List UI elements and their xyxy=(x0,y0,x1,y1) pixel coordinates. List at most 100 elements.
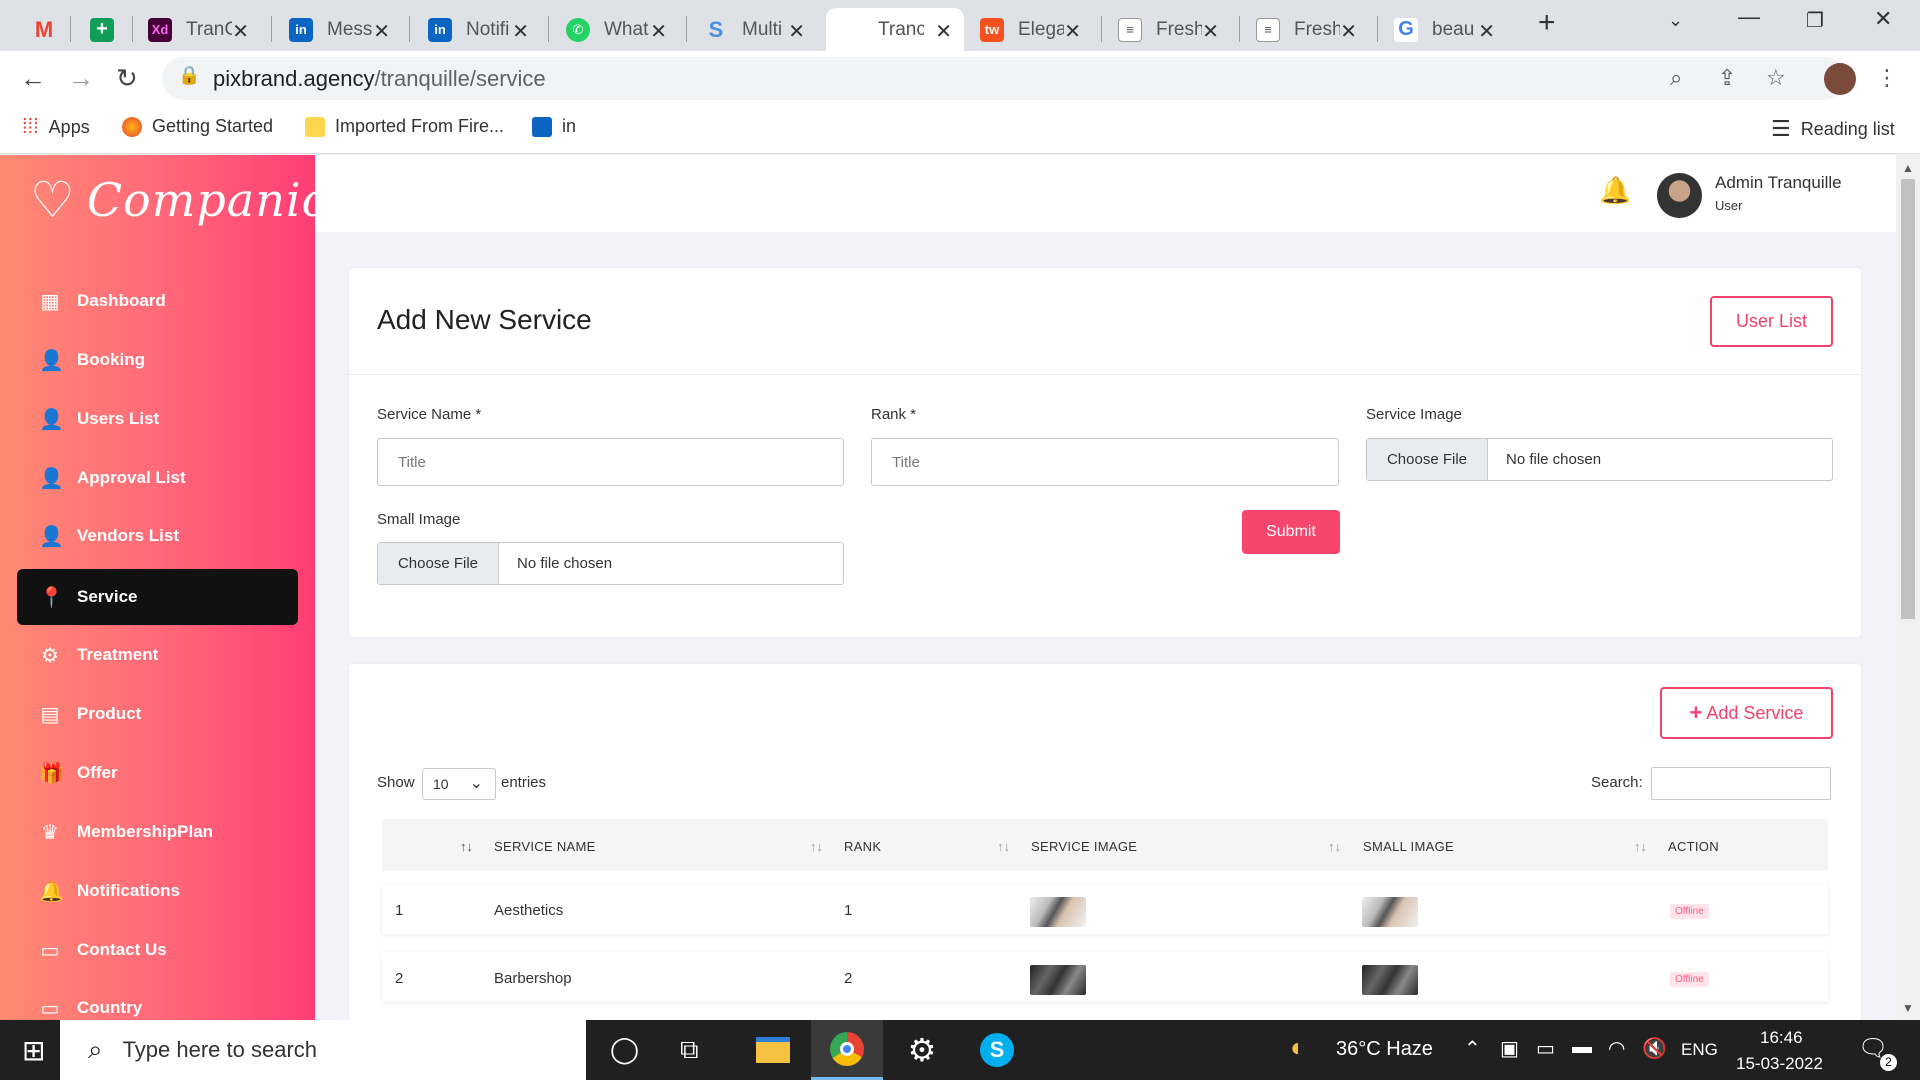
tab-tranquille-active[interactable]: Tranc ✕ xyxy=(826,8,964,51)
close-icon[interactable]: ✕ xyxy=(650,19,667,44)
sidebar-item-approval-list[interactable]: 👤 Approval List xyxy=(17,450,298,506)
sidebar-item-treatment[interactable]: ⚙ Treatment xyxy=(17,627,298,683)
tab-fresh-1[interactable]: ≡ Fresh ✕ xyxy=(1104,8,1231,51)
bookmark-getting-started[interactable]: Getting Started xyxy=(122,116,273,137)
clock-time[interactable]: 16:46 xyxy=(1760,1028,1803,1048)
status-badge[interactable]: Offline xyxy=(1670,904,1709,919)
close-icon[interactable]: ✕ xyxy=(1202,19,1219,44)
cortana-circle-icon[interactable]: ◯ xyxy=(610,1034,639,1065)
column-header-action[interactable]: ACTION xyxy=(1668,839,1719,854)
tab-linkedin-notifications[interactable]: in Notifi ✕ xyxy=(414,8,541,51)
scroll-up-arrow-icon[interactable]: ▲ xyxy=(1902,161,1914,175)
sort-icon[interactable]: ↑↓ xyxy=(810,839,823,854)
meet-now-icon[interactable]: ▣ xyxy=(1500,1036,1519,1061)
sidebar-item-offer[interactable]: 🎁 Offer xyxy=(17,745,298,801)
speaker-muted-icon[interactable]: 🔇 xyxy=(1642,1036,1667,1061)
clock-date[interactable]: 15-03-2022 xyxy=(1736,1054,1823,1074)
column-header-small-image[interactable]: SMALL IMAGE xyxy=(1363,839,1454,854)
back-arrow-icon[interactable]: ← xyxy=(20,63,46,94)
user-list-button[interactable]: User List xyxy=(1710,296,1833,347)
sidebar-item-membershipplan[interactable]: ♛ MembershipPlan xyxy=(17,804,298,860)
tab-google[interactable]: G beau ✕ xyxy=(1380,8,1507,51)
menu-dots-icon[interactable]: ⋮ xyxy=(1876,65,1898,91)
tab-search-chevron-icon[interactable]: ⌄ xyxy=(1668,10,1683,31)
sidebar-item-service[interactable]: 📍 Service xyxy=(17,569,298,625)
sidebar-item-vendors-list[interactable]: 👤 Vendors List xyxy=(17,508,298,564)
avatar[interactable] xyxy=(1657,173,1702,218)
bookmark-star-icon[interactable]: ☆ xyxy=(1766,65,1786,91)
search-input[interactable] xyxy=(1651,767,1831,800)
profile-avatar[interactable] xyxy=(1824,63,1856,95)
small-image-file-input[interactable]: Choose File No file chosen xyxy=(377,542,844,585)
screen-icon[interactable]: ▭ xyxy=(1536,1036,1555,1061)
service-name-input[interactable]: Title xyxy=(377,438,844,486)
column-header-rank[interactable]: RANK xyxy=(844,839,881,854)
page-size-select[interactable]: 10 ⌄ xyxy=(422,768,496,800)
bookmark-linkedin[interactable]: in xyxy=(532,116,576,137)
sort-icon[interactable]: ↑↓ xyxy=(997,839,1010,854)
sort-icon[interactable]: ↑↓ xyxy=(460,839,473,854)
close-icon[interactable]: ✕ xyxy=(1478,19,1495,44)
tab-elegant[interactable]: tw Elega ✕ xyxy=(966,8,1093,51)
status-badge[interactable]: Offline xyxy=(1670,972,1709,987)
file-explorer-taskbar-button[interactable] xyxy=(737,1020,809,1080)
bookmark-imported[interactable]: Imported From Fire... xyxy=(305,116,504,137)
skype-taskbar-button[interactable]: S xyxy=(961,1020,1033,1080)
choose-file-button[interactable]: Choose File xyxy=(1367,439,1488,480)
logo[interactable]: ♡ Companion xyxy=(30,173,315,227)
close-icon[interactable]: ✕ xyxy=(373,19,390,44)
scroll-thumb[interactable] xyxy=(1901,179,1915,619)
sort-icon[interactable]: ↑↓ xyxy=(1634,839,1647,854)
tab-linkedin-messages[interactable]: in Mess ✕ xyxy=(275,8,402,51)
rank-input[interactable]: Title xyxy=(871,438,1339,486)
sort-icon[interactable]: ↑↓ xyxy=(1328,839,1341,854)
lock-icon[interactable]: 🔒 xyxy=(178,65,200,86)
column-header-service-image[interactable]: SERVICE IMAGE xyxy=(1031,839,1137,854)
column-header-service-name[interactable]: SERVICE NAME xyxy=(494,839,596,854)
reading-list[interactable]: ☰ Reading list xyxy=(1771,116,1895,142)
minimize-icon[interactable]: — xyxy=(1738,4,1760,30)
tab-multi[interactable]: S Multi ✕ xyxy=(690,8,817,51)
battery-icon[interactable]: ▬ xyxy=(1572,1036,1592,1059)
scroll-down-arrow-icon[interactable]: ▼ xyxy=(1902,1001,1914,1015)
sidebar-item-contact-us[interactable]: ▭ Contact Us xyxy=(17,922,298,978)
tab-fresh-2[interactable]: ≡ Fresh ✕ xyxy=(1242,8,1369,51)
wifi-icon[interactable]: ◠ xyxy=(1608,1036,1625,1061)
close-icon[interactable]: ✕ xyxy=(935,19,952,44)
weather-text[interactable]: 36°C Haze xyxy=(1336,1038,1433,1061)
windows-start-icon[interactable]: ⊞ xyxy=(22,1034,45,1067)
weather-haze-icon[interactable]: ◐ xyxy=(1290,1032,1306,1063)
url-text[interactable]: pixbrand.agency/tranquille/service xyxy=(213,66,546,92)
choose-file-button[interactable]: Choose File xyxy=(378,543,499,584)
page-scrollbar[interactable]: ▲ ▼ xyxy=(1896,155,1920,1020)
forward-arrow-icon[interactable]: → xyxy=(68,63,94,94)
language-indicator[interactable]: ENG xyxy=(1681,1040,1718,1060)
chevron-up-icon[interactable]: ⌃ xyxy=(1464,1036,1481,1061)
close-icon[interactable]: ✕ xyxy=(1064,19,1081,44)
chrome-taskbar-button[interactable] xyxy=(811,1020,883,1080)
sidebar-item-dashboard[interactable]: ▦ Dashboard xyxy=(17,273,298,329)
reload-icon[interactable]: ↻ xyxy=(116,63,138,94)
zoom-icon[interactable]: ⌕ xyxy=(1670,65,1682,91)
tab-whatsapp[interactable]: ✆ What ✕ xyxy=(552,8,679,51)
task-view-icon[interactable]: ⧉ xyxy=(680,1034,699,1066)
notification-bell-icon[interactable]: 🔔 xyxy=(1599,175,1631,206)
service-image-file-input[interactable]: Choose File No file chosen xyxy=(1366,438,1833,481)
add-service-button[interactable]: + Add Service xyxy=(1660,687,1833,739)
submit-button[interactable]: Submit xyxy=(1242,510,1340,554)
close-icon[interactable]: ✕ xyxy=(1340,19,1357,44)
sidebar-item-users-list[interactable]: 👤 Users List xyxy=(17,391,298,447)
user-name[interactable]: Admin Tranquille xyxy=(1715,173,1842,193)
share-icon[interactable]: ⇪ xyxy=(1718,65,1736,91)
window-close-icon[interactable]: ✕ xyxy=(1874,6,1892,32)
close-icon[interactable]: ✕ xyxy=(512,19,529,44)
sidebar-item-country[interactable]: ▭ Country xyxy=(17,980,298,1020)
close-icon[interactable]: ✕ xyxy=(232,19,249,44)
close-icon[interactable]: ✕ xyxy=(788,19,805,44)
tab-xd[interactable]: Xd TranC ✕ xyxy=(134,8,261,51)
bookmark-apps[interactable]: ⁞⁞⁞ Apps xyxy=(22,116,90,139)
taskbar-search-box[interactable]: ⌕ Type here to search xyxy=(60,1020,586,1080)
sidebar-item-product[interactable]: ▤ Product xyxy=(17,686,298,742)
settings-taskbar-button[interactable]: ⚙ xyxy=(886,1020,958,1080)
new-tab-plus-icon[interactable]: + xyxy=(1538,6,1556,40)
